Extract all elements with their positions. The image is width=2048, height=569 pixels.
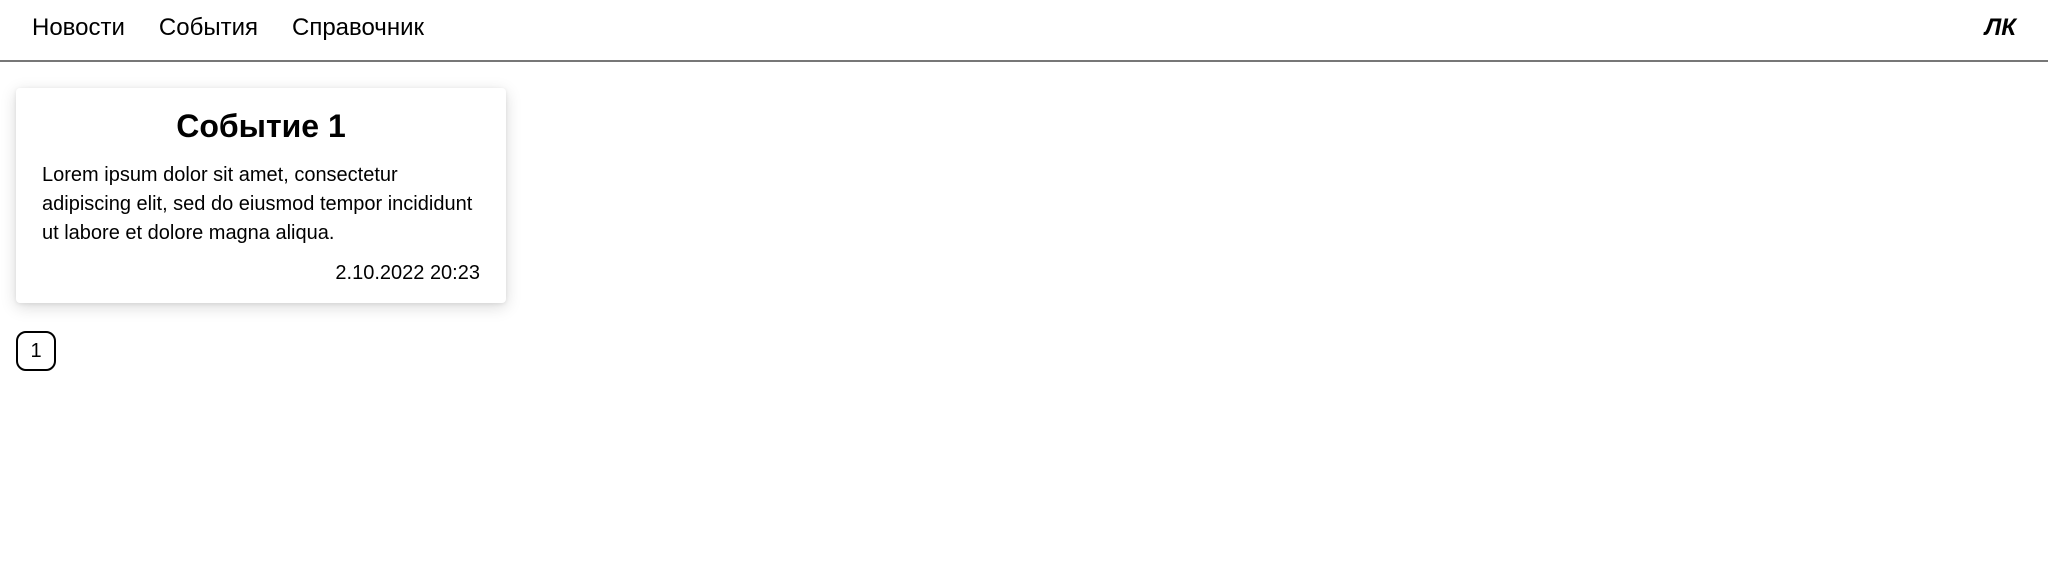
nav-item-directory[interactable]: Справочник	[292, 14, 424, 42]
nav-left: Новости События Справочник	[32, 14, 424, 42]
event-card-date: 2.10.2022 20:23	[42, 262, 480, 285]
nav-account-link[interactable]: ЛК	[1985, 14, 2016, 42]
event-card-body: Lorem ipsum dolor sit amet, consectetur …	[42, 161, 480, 248]
page-button-1[interactable]: 1	[16, 331, 56, 371]
pagination: 1	[16, 331, 2032, 371]
content: Событие 1 Lorem ipsum dolor sit amet, co…	[0, 62, 2048, 397]
nav-item-events[interactable]: События	[159, 14, 258, 42]
event-card-title: Событие 1	[42, 108, 480, 145]
header: Новости События Справочник ЛК	[0, 0, 2048, 62]
event-card[interactable]: Событие 1 Lorem ipsum dolor sit amet, co…	[16, 88, 506, 303]
nav-item-news[interactable]: Новости	[32, 14, 125, 42]
